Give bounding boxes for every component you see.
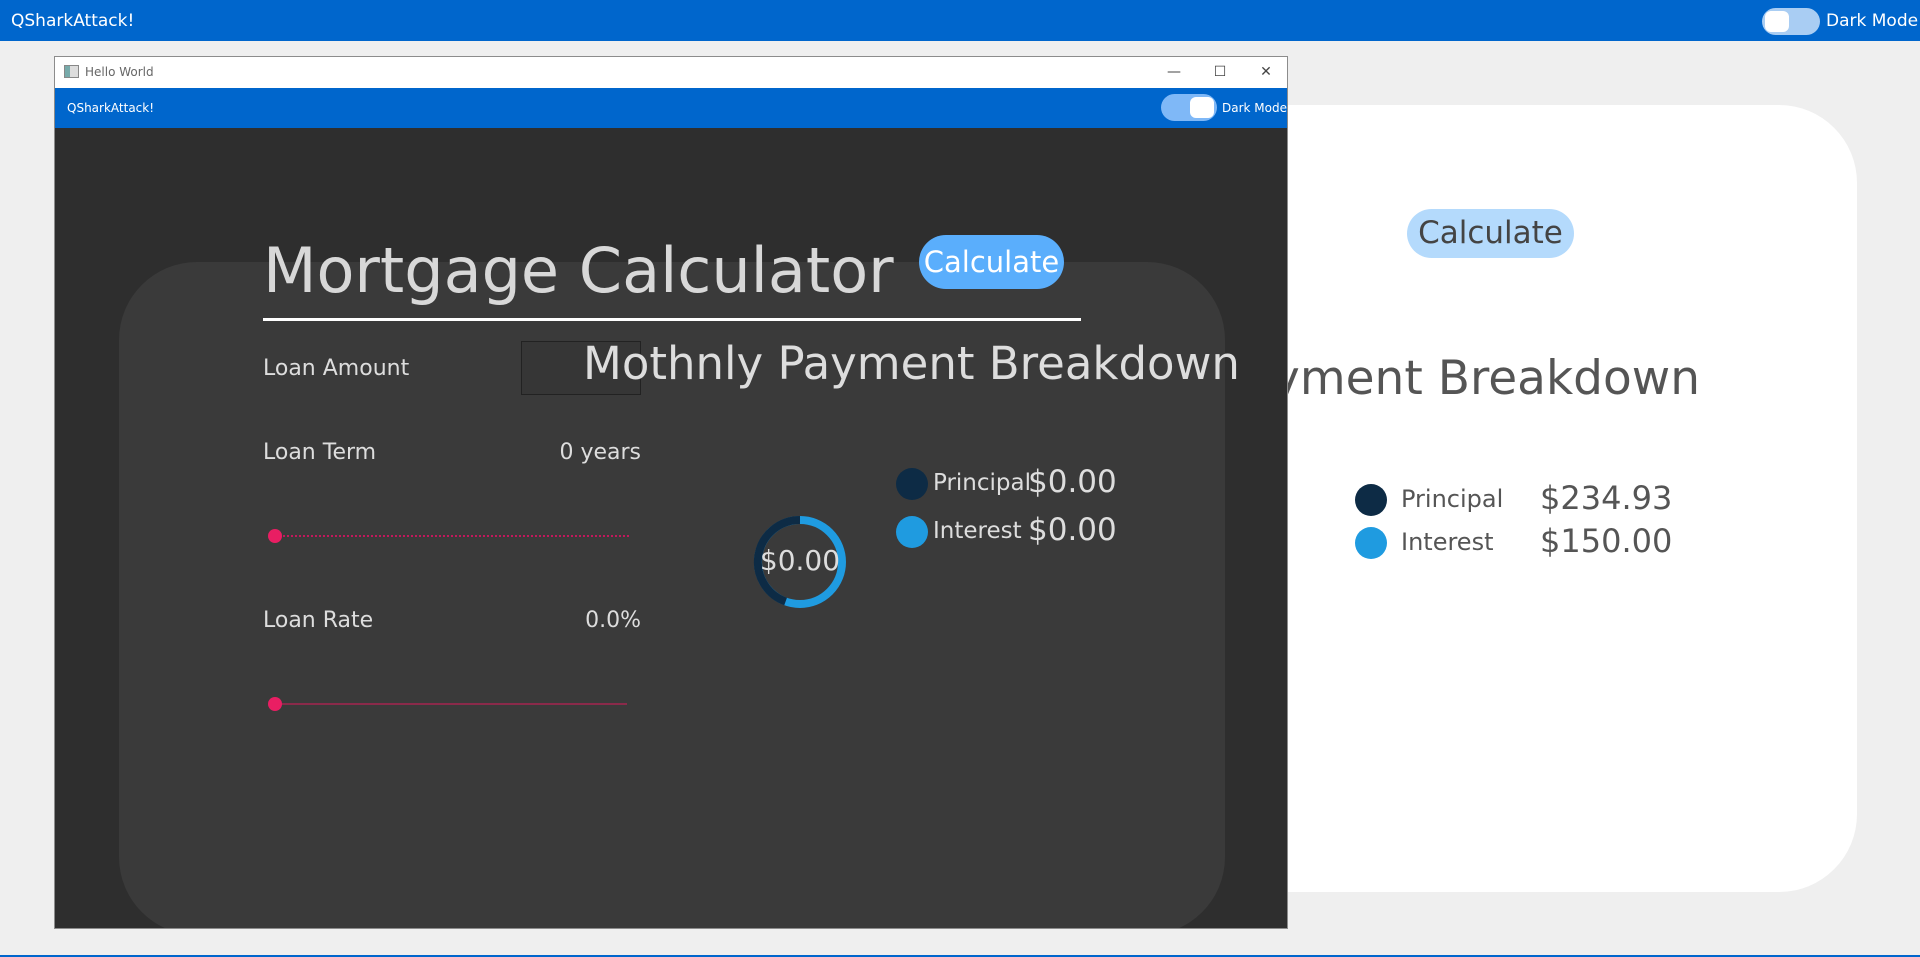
toggle-knob — [1190, 97, 1214, 118]
loan-term-slider-track[interactable] — [275, 535, 629, 537]
interest-legend-dot — [896, 516, 928, 548]
window-app-bar: QSharkAttack! Dark Mode — [55, 88, 1287, 128]
background-interest-legend-dot — [1355, 527, 1387, 559]
minimize-icon[interactable]: — — [1151, 57, 1197, 88]
page-title: Mortgage Calculator — [263, 234, 894, 307]
background-principal-label: Principal — [1401, 485, 1504, 513]
loan-rate-slider-track[interactable] — [275, 703, 627, 705]
maximize-icon[interactable]: ☐ — [1197, 57, 1243, 88]
loan-rate-slider-thumb[interactable] — [268, 697, 282, 711]
interest-legend-label: Interest — [933, 518, 1022, 544]
window-app-title: QSharkAttack! — [67, 101, 155, 115]
calculate-button[interactable]: Calculate — [919, 235, 1064, 289]
loan-term-label: Loan Term — [263, 440, 377, 465]
background-principal-value: $234.93 — [1540, 479, 1673, 517]
window-titlebar[interactable]: Hello World — ☐ ✕ — [55, 57, 1287, 88]
principal-legend-dot — [896, 468, 928, 500]
close-icon[interactable]: ✕ — [1243, 57, 1287, 88]
loan-term-value: 0 years — [559, 440, 641, 465]
principal-legend-label: Principal — [933, 470, 1032, 496]
title-divider — [263, 318, 1081, 321]
principal-value: $0.00 — [1028, 464, 1117, 500]
background-dark-mode-toggle[interactable] — [1762, 8, 1820, 35]
background-interest-label: Interest — [1401, 528, 1494, 556]
background-app-bar: QSharkAttack! Dark Mode — [0, 0, 1920, 41]
dark-mode-label: Dark Mode — [1222, 101, 1287, 115]
loan-rate-label: Loan Rate — [263, 608, 374, 633]
background-interest-value: $150.00 — [1540, 522, 1673, 560]
loan-term-slider-thumb[interactable] — [268, 529, 282, 543]
hello-world-window: Hello World — ☐ ✕ QSharkAttack! Dark Mod… — [54, 56, 1288, 929]
dark-mode-toggle[interactable] — [1161, 94, 1217, 121]
background-principal-legend-dot — [1355, 484, 1387, 516]
loan-rate-value: 0.0% — [585, 608, 641, 633]
loan-amount-label: Loan Amount — [263, 356, 410, 381]
toggle-knob — [1765, 11, 1789, 32]
window-title: Hello World — [85, 65, 154, 79]
background-breakdown-heading-text: yment Breakdown — [1272, 351, 1700, 406]
interest-value: $0.00 — [1028, 512, 1117, 548]
background-app-title: QSharkAttack! — [11, 11, 135, 31]
background-calculate-button[interactable]: Calculate — [1407, 209, 1574, 258]
donut-total-value: $0.00 — [759, 544, 841, 577]
breakdown-heading: Mothnly Payment Breakdown — [583, 337, 1240, 390]
window-app-icon — [64, 65, 79, 78]
background-dark-mode-label: Dark Mode — [1826, 11, 1919, 31]
